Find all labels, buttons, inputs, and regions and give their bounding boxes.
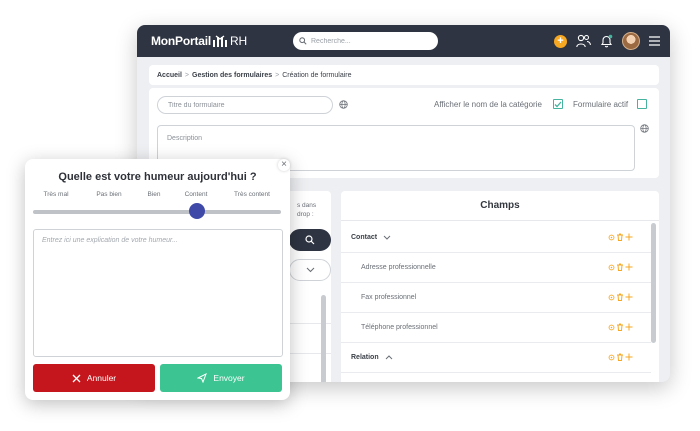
field-row[interactable]: Adresse professionnelle [341,253,651,283]
trash-icon[interactable] [616,293,624,301]
trash-icon[interactable] [616,353,624,361]
breadcrumb-home[interactable]: Accueil [157,72,182,79]
menu-icon[interactable] [649,36,660,46]
breadcrumb-forms[interactable]: Gestion des formulaires [192,72,272,79]
move-icon[interactable] [625,353,633,361]
move-icon[interactable] [625,233,633,241]
chevron-down-icon[interactable] [383,235,391,240]
avatar[interactable] [622,32,640,50]
users-icon[interactable] [576,34,591,48]
send-button[interactable]: Envoyer [160,364,282,392]
move-icon[interactable] [625,263,633,271]
field-label: Téléphone professionnel [361,324,438,331]
settings-icon[interactable] [608,294,615,301]
field-label: Fax professionnel [361,294,417,301]
mood-scale-label: Pas bien [96,191,122,198]
mood-dialog-title: Quelle est votre humeur aujourd'hui ? [58,171,257,183]
chevron-up-icon[interactable] [385,355,393,360]
trash-icon[interactable] [616,233,624,241]
breadcrumb-separator: > [184,71,189,79]
globe-icon[interactable] [640,124,649,133]
top-bar: MonPortail RH + [137,25,670,57]
search-button[interactable] [289,229,331,251]
form-title-input[interactable] [157,96,333,114]
scrollbar[interactable] [651,223,656,343]
send-icon [197,373,208,383]
scrollbar[interactable] [321,295,326,382]
breadcrumb-current: Création de formulaire [282,71,352,79]
logo-suffix: RH [230,34,247,48]
move-icon[interactable] [625,323,633,331]
move-icon[interactable] [625,293,633,301]
fields-panel: Champs Contact Adresse professionnelle F… [341,191,659,382]
logo[interactable]: MonPortail RH [151,34,247,48]
logo-mark-icon [213,34,227,47]
fields-panel-title: Champs [341,191,659,221]
field-row[interactable]: Fax professionnel [341,283,651,313]
breadcrumb: Accueil > Gestion des formulaires > Créa… [149,65,659,85]
globe-icon[interactable] [339,100,348,109]
mood-scale-label: Content [184,191,208,198]
search-box[interactable] [293,32,438,50]
mood-scale-label: Très content [234,191,270,198]
mood-slider-thumb[interactable] [188,203,205,219]
mood-slider-track[interactable] [33,210,281,214]
trash-icon[interactable] [616,323,624,331]
drag-drop-hint: s dans drop : [297,202,317,218]
close-icon [72,374,81,382]
show-category-label: Afficher le nom de la catégorie [434,100,542,109]
field-group-label: Contact [351,234,378,241]
search-icon [305,235,315,245]
show-category-checkbox[interactable] [553,99,563,109]
field-actions [608,233,633,241]
settings-icon[interactable] [608,324,615,331]
mood-scale-label: Très mal [43,191,69,198]
field-group-relation[interactable]: Relation [341,343,651,373]
field-group-label: Relation [351,354,379,361]
cancel-button[interactable]: Annuler [33,364,155,392]
mood-scale-label: Bien [147,191,161,198]
field-actions [608,353,633,361]
dropdown-button[interactable] [289,259,331,281]
mood-explanation-field[interactable] [33,229,283,357]
top-icons: + [554,32,660,50]
add-button[interactable]: + [554,34,567,48]
trash-icon[interactable] [616,263,624,271]
settings-icon[interactable] [608,234,615,241]
breadcrumb-separator: > [275,71,280,79]
search-icon [299,37,307,45]
search-input[interactable] [311,37,431,45]
active-form-checkbox[interactable] [637,99,647,109]
chevron-down-icon [306,267,314,273]
settings-icon[interactable] [608,354,615,361]
field-row[interactable]: Téléphone professionnel [341,313,651,343]
mood-dialog: × Quelle est votre humeur aujourd'hui ? … [25,159,290,400]
send-button-label: Envoyer [213,373,245,383]
cancel-button-label: Annuler [86,373,117,383]
checkmark-icon [554,101,562,107]
active-form-label: Formulaire actif [573,100,629,109]
field-label: Adresse professionnelle [361,264,436,271]
settings-icon[interactable] [608,264,615,271]
field-group-contact[interactable]: Contact [341,223,651,253]
close-icon[interactable]: × [278,159,290,171]
field-actions [608,323,633,331]
bell-icon[interactable] [600,34,613,48]
field-actions [608,293,633,301]
field-actions [608,263,633,271]
logo-text: MonPortail [151,34,211,48]
